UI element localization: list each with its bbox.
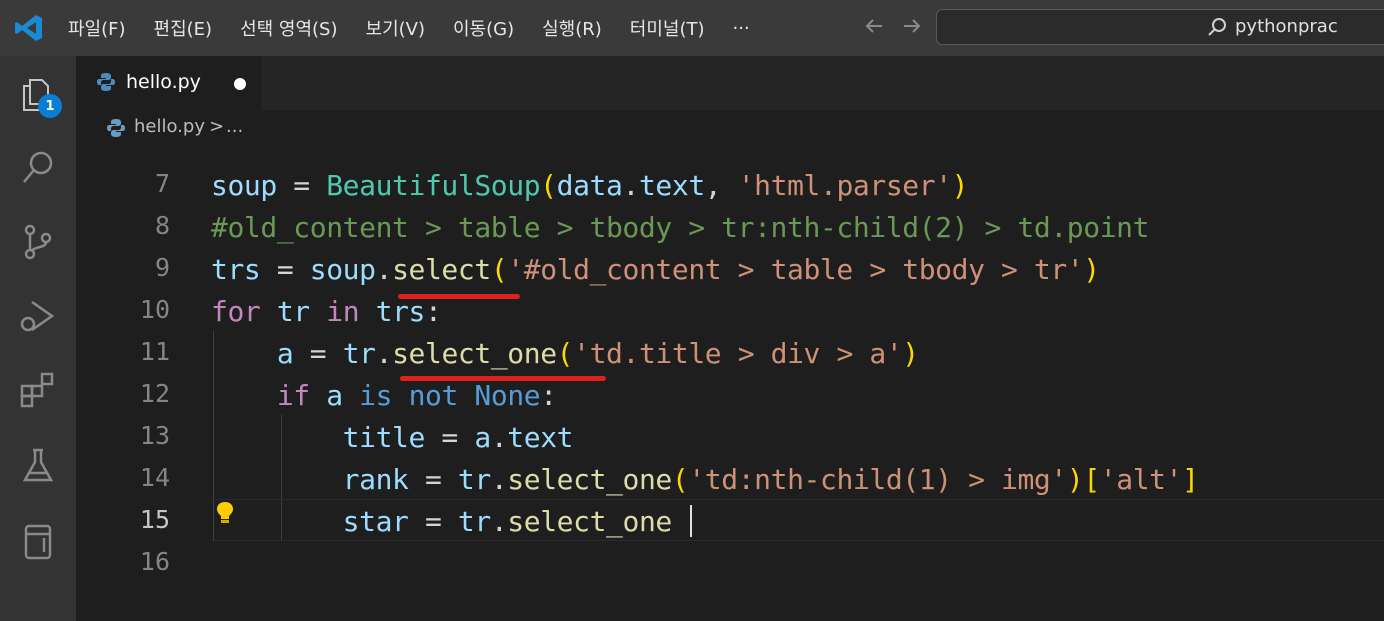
breadcrumb-separator: >	[209, 116, 225, 137]
code-text: rank = tr.select_one('td:nth-child(1) > …	[342, 463, 1199, 496]
vscode-logo-icon[interactable]	[14, 13, 44, 43]
line-number: 12	[139, 379, 170, 408]
code-editor[interactable]: 6 7 soup = BeautifulSoup(data.text, 'htm…	[76, 146, 1384, 621]
breadcrumb: hello.py > ...	[76, 110, 1384, 146]
tab-bar: hello.py	[76, 56, 1384, 110]
arrow-right-icon[interactable]	[900, 14, 924, 38]
code-text: a = tr.select_one('td.title > div > a')	[276, 337, 919, 370]
line-number: 9	[154, 253, 170, 282]
code-text: trs = soup.select('#old_content > table …	[211, 253, 1100, 286]
unsaved-dot-icon[interactable]	[234, 78, 246, 90]
explorer-badge: 1	[38, 94, 62, 118]
tab-hello-py[interactable]: hello.py	[76, 56, 262, 110]
extensions-icon[interactable]	[18, 370, 58, 410]
line-number: 15	[139, 505, 170, 534]
lightbulb-icon[interactable]	[215, 500, 235, 526]
line-number: 14	[139, 463, 170, 492]
line-number: 6	[76, 146, 170, 149]
arrow-left-icon[interactable]	[862, 14, 886, 38]
line-number: 8	[154, 211, 170, 240]
tab-label: hello.py	[126, 71, 201, 93]
menu-selection[interactable]: 선택 영역(S)	[240, 15, 337, 41]
menu-more[interactable]: ···	[733, 18, 750, 39]
search-icon	[1208, 18, 1226, 36]
line-number: 16	[139, 547, 170, 576]
activity-bar: 1	[0, 56, 76, 621]
line-number: 7	[154, 169, 170, 198]
menu-go[interactable]: 이동(G)	[453, 15, 514, 41]
code-line[interactable]: 9 trs = soup.select('#old_content > tabl…	[76, 247, 1384, 289]
source-control-icon[interactable]	[18, 222, 58, 262]
search-text: pythonprac	[1235, 16, 1338, 37]
menu-file[interactable]: 파일(F)	[68, 15, 126, 41]
code-line[interactable]: 16	[76, 541, 1384, 583]
line-number: 10	[139, 295, 170, 324]
code-line[interactable]: 13 title = a.text	[76, 415, 1384, 457]
search-sidebar-icon[interactable]	[18, 148, 58, 188]
code-text: for tr in trs:	[211, 295, 442, 328]
red-annotation-underline	[398, 294, 520, 299]
code-line[interactable]: 11 a = tr.select_one('td.title > div > a…	[76, 331, 1384, 373]
testing-icon[interactable]	[18, 446, 58, 486]
code-line[interactable]: 10 for tr in trs:	[76, 289, 1384, 331]
run-debug-icon[interactable]	[18, 296, 58, 336]
code-line[interactable]: 14 rank = tr.select_one('td:nth-child(1)…	[76, 457, 1384, 499]
code-line-active[interactable]: 15 star = tr.select_one	[76, 499, 1384, 541]
menu-view[interactable]: 보기(V)	[366, 15, 425, 41]
breadcrumb-file[interactable]: hello.py	[134, 116, 205, 137]
python-file-icon	[107, 119, 125, 137]
menu-edit[interactable]: 편집(E)	[154, 15, 213, 41]
menu-terminal[interactable]: 터미널(T)	[630, 15, 705, 41]
menu-run[interactable]: 실행(R)	[542, 15, 602, 41]
menu-bar: 파일(F) 편집(E) 선택 영역(S) 보기(V) 이동(G) 실행(R) 터…	[68, 0, 778, 56]
red-annotation-underline	[400, 376, 606, 381]
code-line[interactable]: 7 soup = BeautifulSoup(data.text, 'html.…	[76, 163, 1384, 205]
text-cursor	[690, 505, 692, 537]
code-line[interactable]: 12 if a is not None:	[76, 373, 1384, 415]
line-number: 13	[139, 421, 170, 450]
code-text: soup = BeautifulSoup(data.text, 'html.pa…	[211, 169, 969, 202]
code-line[interactable]: 8 #old_content > table > tbody > tr:nth-…	[76, 205, 1384, 247]
notebook-icon[interactable]	[18, 522, 58, 562]
python-file-icon	[97, 73, 115, 91]
code-text: star = tr.select_one	[342, 505, 673, 538]
code-comment: #old_content > table > tbody > tr:nth-ch…	[211, 211, 1150, 244]
code-text: title = a.text	[342, 421, 574, 454]
line-number: 11	[139, 337, 170, 366]
code-text: if a is not None:	[276, 379, 557, 412]
title-bar: 파일(F) 편집(E) 선택 영역(S) 보기(V) 이동(G) 실행(R) 터…	[0, 0, 1384, 56]
command-center-search[interactable]: pythonprac	[936, 9, 1384, 45]
breadcrumb-more[interactable]: ...	[226, 116, 243, 137]
navigation-arrows	[862, 14, 924, 38]
